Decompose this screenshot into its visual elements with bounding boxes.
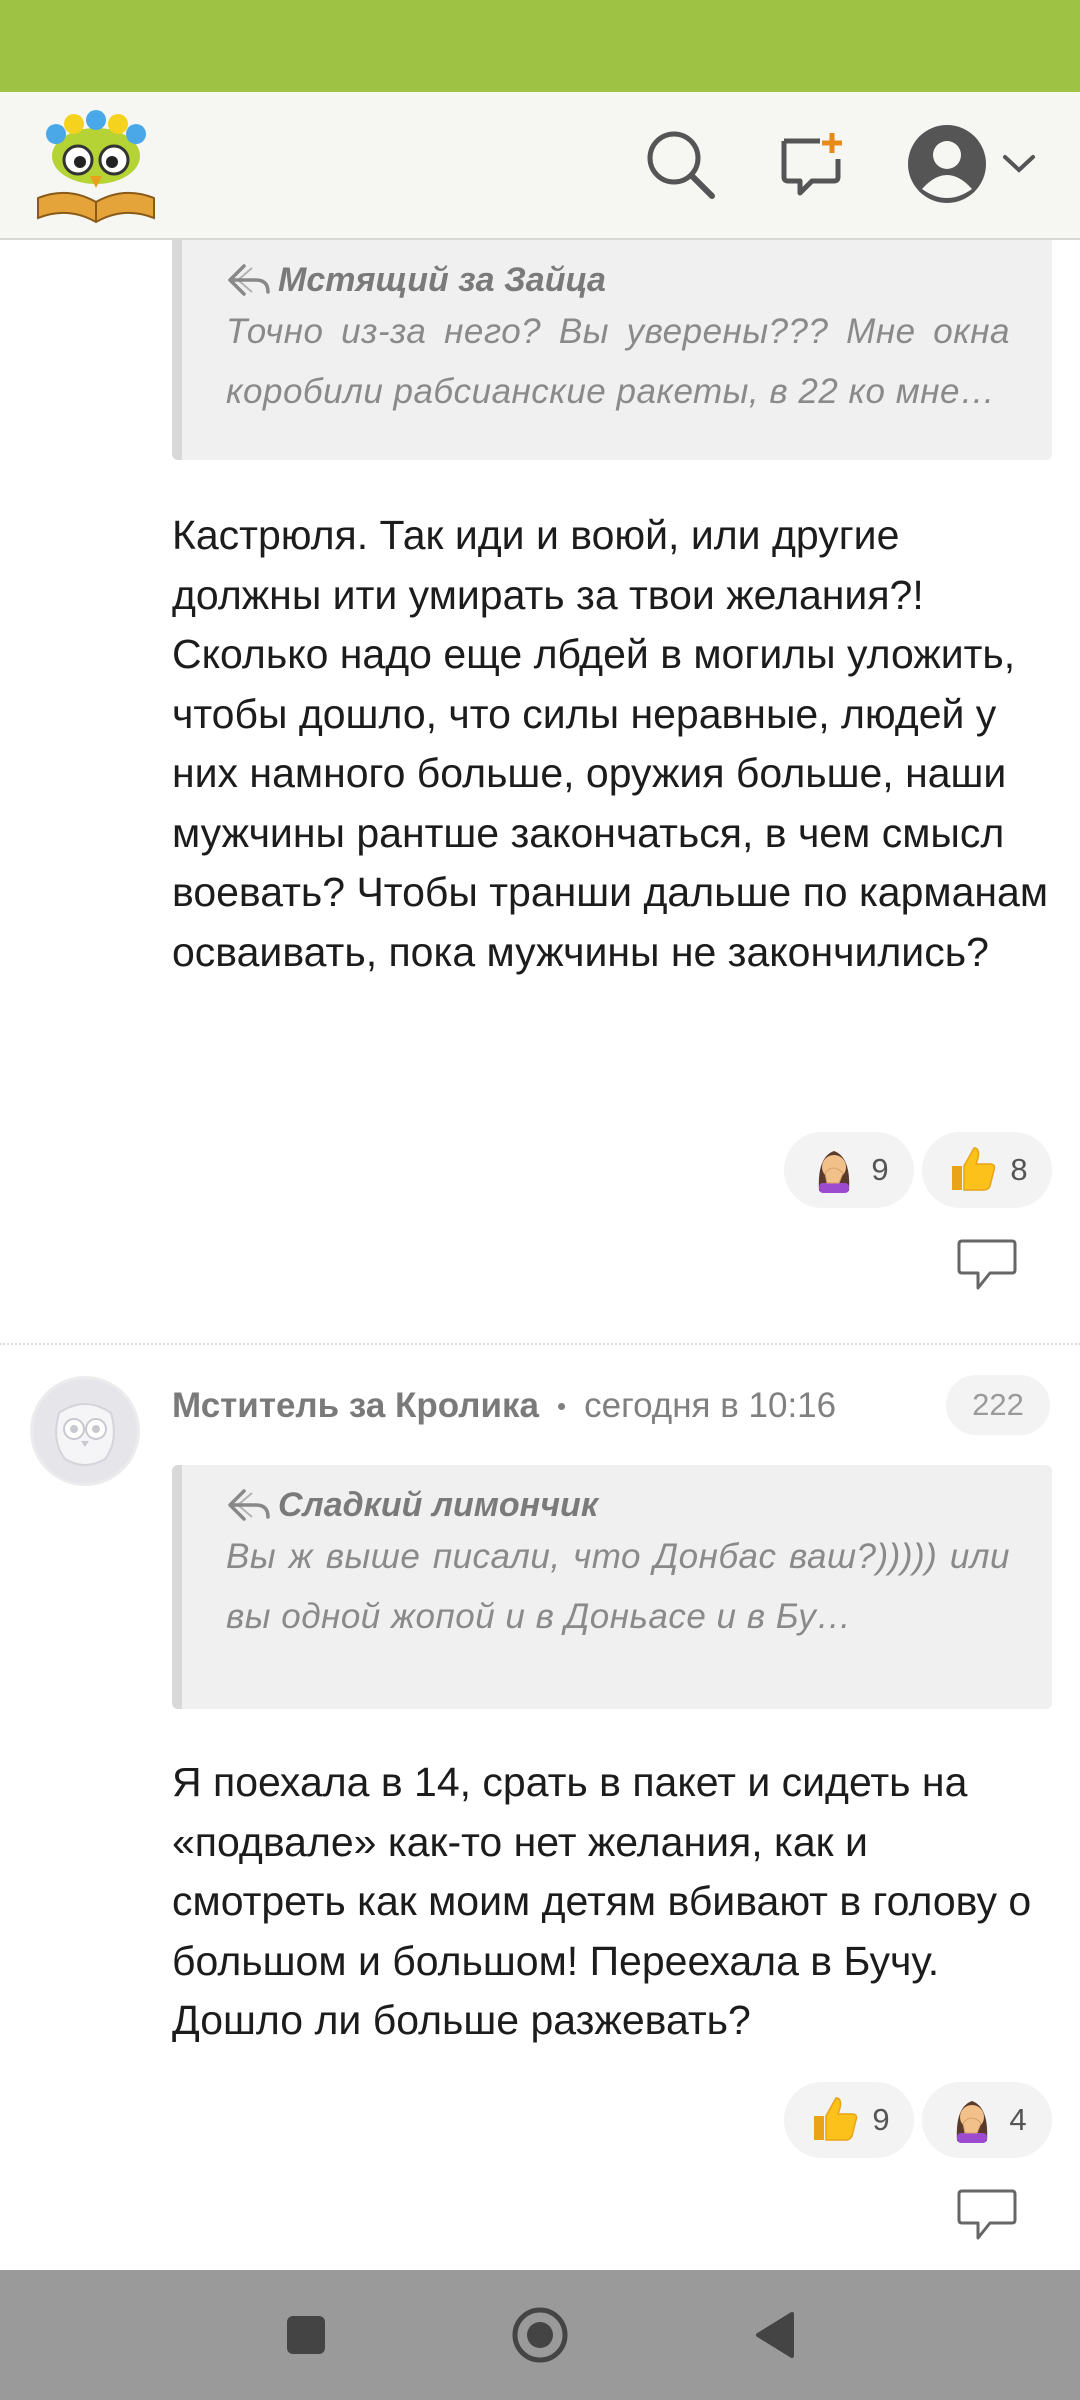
home-button[interactable] bbox=[500, 2295, 580, 2375]
thumbs-up-emoji bbox=[808, 2092, 860, 2149]
reaction-count: 8 bbox=[1010, 1152, 1028, 1187]
reply-button[interactable] bbox=[956, 2188, 1018, 2242]
profile-menu-button[interactable] bbox=[896, 120, 1046, 212]
comment-bubble-icon bbox=[957, 1239, 1017, 1290]
quote-author: Сладкий лимончик bbox=[278, 1485, 599, 1524]
reactions-row: 9 8 bbox=[784, 1132, 1052, 1208]
back-button[interactable] bbox=[734, 2295, 814, 2375]
comment-divider bbox=[0, 1343, 1080, 1345]
search-icon bbox=[644, 128, 716, 205]
square-icon bbox=[287, 2316, 325, 2354]
reaction-count: 9 bbox=[872, 2102, 890, 2137]
reaction-facepalm[interactable]: 9 bbox=[784, 1132, 914, 1208]
status-bar bbox=[0, 0, 1080, 92]
comment-meta: Мститель за Кролика • сегодня в 10:16 bbox=[172, 1381, 836, 1431]
reaction-thumbs-up[interactable]: 8 bbox=[922, 1132, 1052, 1208]
app-header bbox=[0, 92, 1080, 240]
quote-author-row: Сладкий лимончик bbox=[226, 1483, 1010, 1527]
quote-text: Вы ж выше писали, что Донбас ваш?))))) и… bbox=[226, 1537, 1010, 1636]
book-owl-logo[interactable] bbox=[34, 106, 158, 224]
facepalm-emoji bbox=[809, 1143, 859, 1198]
avatar[interactable] bbox=[30, 1376, 140, 1486]
reaction-facepalm[interactable]: 4 bbox=[922, 2082, 1052, 2158]
reply-button[interactable] bbox=[956, 1238, 1018, 1292]
comment-number-badge[interactable]: 222 bbox=[946, 1375, 1050, 1435]
facepalm-emoji bbox=[947, 2093, 997, 2148]
search-button[interactable] bbox=[640, 120, 720, 212]
quote-text: Точно из-за него? Вы уверены??? Мне окна… bbox=[226, 312, 1010, 411]
quoted-comment[interactable]: Сладкий лимончик Вы ж выше писали, что Д… bbox=[172, 1465, 1052, 1709]
reaction-count: 4 bbox=[1009, 2102, 1027, 2137]
quoted-comment[interactable]: Мстящий за Зайца Точно из-за него? Вы ув… bbox=[172, 240, 1052, 460]
comment-text: Кастрюля. Так иди и воюй, или другие дол… bbox=[172, 512, 1049, 975]
reactions-row: 9 4 bbox=[784, 2082, 1052, 2158]
thumbs-up-emoji bbox=[946, 1142, 998, 1199]
back-triangle-icon bbox=[756, 2312, 794, 2358]
reply-arrow-icon bbox=[228, 1489, 270, 1521]
comment-bubble-icon bbox=[957, 2189, 1017, 2240]
reply-arrow-icon bbox=[228, 264, 270, 296]
comment-text: Я поехала в 14, срать в пакет и сидеть н… bbox=[172, 1759, 1032, 2043]
comment-time: сегодня в 10:16 bbox=[584, 1386, 837, 1425]
quote-author: Мстящий за Зайца bbox=[278, 260, 606, 299]
user-avatar-icon bbox=[906, 123, 988, 210]
owl-avatar-icon bbox=[55, 1403, 115, 1466]
meta-separator: • bbox=[557, 1390, 567, 1421]
quote-author-row: Мстящий за Зайца bbox=[226, 258, 1010, 302]
comments-feed[interactable]: Мстящий за Зайца Точно из-за него? Вы ув… bbox=[0, 240, 1080, 2270]
new-topic-button[interactable] bbox=[770, 120, 854, 212]
reaction-count: 9 bbox=[871, 1152, 889, 1187]
recents-button[interactable] bbox=[266, 2295, 346, 2375]
comment-author[interactable]: Мститель за Кролика bbox=[172, 1386, 539, 1426]
new-topic-icon bbox=[778, 131, 846, 202]
chevron-down-icon bbox=[1002, 154, 1036, 179]
circle-icon bbox=[512, 2307, 568, 2363]
system-nav-bar bbox=[0, 2270, 1080, 2400]
reaction-thumbs-up[interactable]: 9 bbox=[784, 2082, 914, 2158]
